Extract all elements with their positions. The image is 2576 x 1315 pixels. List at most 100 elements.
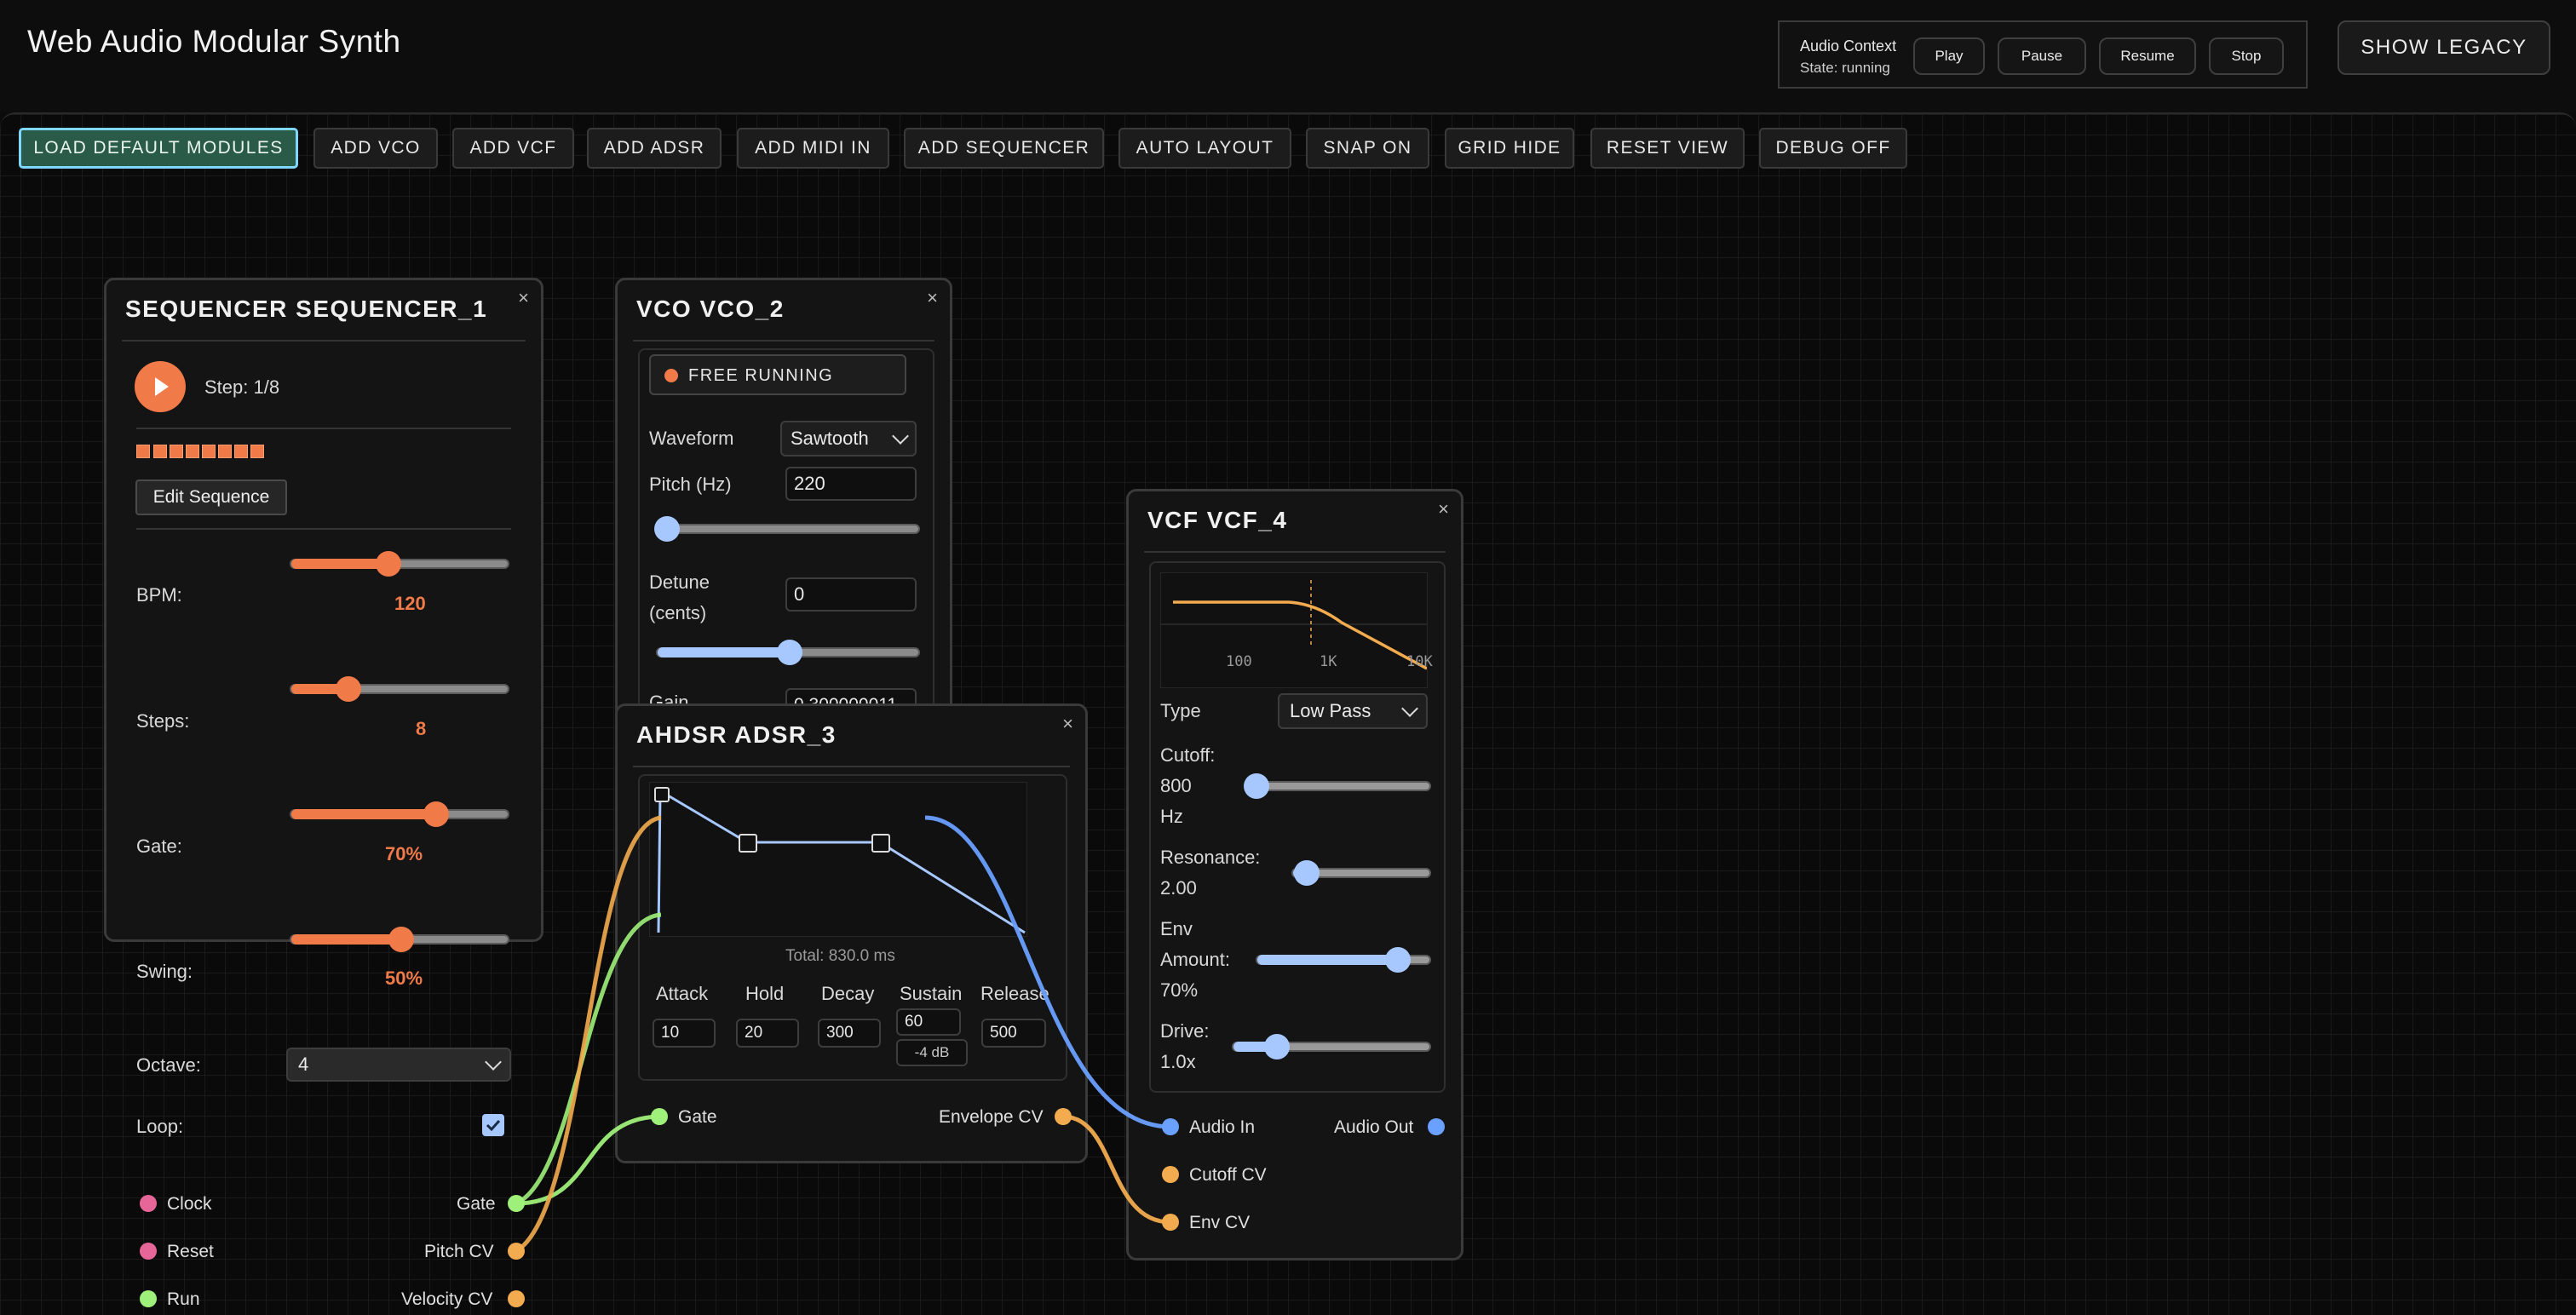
close-icon[interactable]: ×: [1062, 713, 1073, 735]
close-icon[interactable]: ×: [927, 287, 938, 309]
cutoff-label: Cutoff:: [1160, 744, 1216, 766]
add-adsr-button[interactable]: ADD ADSR: [587, 128, 722, 169]
filter-type-select[interactable]: Low Pass: [1278, 693, 1428, 729]
bpm-label: BPM:: [136, 584, 182, 606]
cutoff-slider[interactable]: [1244, 773, 1431, 799]
envelope-cv-out-label: Envelope CV: [939, 1107, 1044, 1127]
gate-out-port[interactable]: [508, 1195, 525, 1212]
waveform-select[interactable]: Sawtooth: [780, 421, 917, 457]
step-indicator[interactable]: [186, 445, 199, 458]
step-indicator[interactable]: [136, 445, 150, 458]
audio-out-port[interactable]: [1428, 1118, 1445, 1135]
gate-slider[interactable]: [290, 801, 509, 827]
filter-response-graph[interactable]: 100 1K 10K: [1160, 572, 1433, 688]
clock-port-label: Clock: [167, 1194, 212, 1214]
run-port-label: Run: [167, 1289, 200, 1309]
hold-input[interactable]: 20: [736, 1019, 799, 1048]
octave-label: Octave:: [136, 1054, 201, 1076]
show-legacy-button[interactable]: SHOW LEGACY: [2337, 20, 2550, 75]
load-default-modules-button[interactable]: LOAD DEFAULT MODULES: [19, 128, 298, 169]
pitch-cv-out-port[interactable]: [508, 1243, 525, 1260]
pitch-label: Pitch (Hz): [649, 474, 732, 495]
decay-handle[interactable]: [739, 834, 757, 853]
steps-slider[interactable]: [290, 676, 509, 702]
add-vco-button[interactable]: ADD VCO: [313, 128, 438, 169]
pitch-input[interactable]: 220: [785, 467, 917, 501]
cutoff-cv-port[interactable]: [1162, 1166, 1179, 1183]
chevron-down-icon: [1401, 700, 1418, 717]
envelope-total: Total: 830.0 ms: [785, 947, 895, 965]
stop-button[interactable]: Stop: [2209, 37, 2284, 75]
free-running-label: FREE RUNNING: [688, 366, 834, 385]
free-running-badge[interactable]: FREE RUNNING: [649, 354, 906, 395]
divider: [122, 340, 526, 342]
step-indicator[interactable]: [234, 445, 248, 458]
octave-select[interactable]: 4: [286, 1048, 511, 1082]
bpm-slider[interactable]: [290, 551, 509, 577]
sustain-handle[interactable]: [871, 834, 890, 853]
divider: [136, 428, 511, 429]
envelope-cv-out-port[interactable]: [1055, 1108, 1072, 1125]
pitch-cv-out-label: Pitch CV: [424, 1242, 494, 1261]
step-indicator[interactable]: [170, 445, 183, 458]
envelope-curve: [657, 791, 1026, 934]
play-button[interactable]: Play: [1913, 37, 1985, 75]
loop-checkbox[interactable]: [482, 1114, 504, 1136]
reset-port[interactable]: [140, 1243, 157, 1260]
decay-input[interactable]: 300: [818, 1019, 881, 1048]
snap-toggle-button[interactable]: SNAP ON: [1306, 128, 1429, 169]
resume-button[interactable]: Resume: [2099, 37, 2196, 75]
edit-sequence-button[interactable]: Edit Sequence: [135, 479, 287, 515]
sequencer-title: SEQUENCER SEQUENCER_1: [125, 296, 488, 322]
bpm-value: 120: [394, 593, 426, 614]
attack-handle[interactable]: [654, 787, 670, 802]
grid-toggle-button[interactable]: GRID HIDE: [1445, 128, 1574, 169]
env-amount-slider[interactable]: [1256, 947, 1431, 973]
envelope-graph[interactable]: [649, 782, 1027, 937]
velocity-cv-out-port[interactable]: [508, 1290, 525, 1307]
reset-view-button[interactable]: RESET VIEW: [1590, 128, 1745, 169]
run-port[interactable]: [140, 1290, 157, 1307]
clock-port[interactable]: [140, 1195, 157, 1212]
divider: [633, 766, 1070, 767]
vco-title: VCO VCO_2: [636, 296, 785, 322]
attack-input[interactable]: 10: [653, 1019, 716, 1048]
sustain-input[interactable]: 60: [896, 1008, 961, 1036]
add-vcf-button[interactable]: ADD VCF: [452, 128, 574, 169]
swing-slider[interactable]: [290, 927, 509, 952]
waveform-value: Sawtooth: [791, 428, 869, 449]
pitch-slider[interactable]: [654, 516, 920, 542]
step-indicator[interactable]: [218, 445, 232, 458]
swing-value: 50%: [385, 968, 423, 989]
pause-button[interactable]: Pause: [1998, 37, 2086, 75]
add-sequencer-button[interactable]: ADD SEQUENCER: [904, 128, 1104, 169]
detune-input[interactable]: 0: [785, 577, 917, 612]
drive-slider[interactable]: [1232, 1034, 1431, 1059]
sequencer-play-button[interactable]: [135, 361, 186, 412]
close-icon[interactable]: ×: [518, 287, 529, 309]
debug-toggle-button[interactable]: DEBUG OFF: [1759, 128, 1907, 169]
env-amount-label-2: Amount:: [1160, 949, 1230, 970]
sustain-label: Sustain: [900, 983, 963, 1004]
adsr-gate-in-port[interactable]: [651, 1108, 668, 1125]
step-indicator[interactable]: [250, 445, 264, 458]
step-indicator[interactable]: [202, 445, 216, 458]
step-indicator[interactable]: [153, 445, 167, 458]
hold-label: Hold: [745, 983, 785, 1004]
release-input[interactable]: 500: [981, 1019, 1046, 1048]
resonance-slider[interactable]: [1291, 860, 1431, 886]
drive-label: Drive:: [1160, 1020, 1210, 1042]
adsr-title: AHDSR ADSR_3: [636, 721, 837, 748]
detune-slider[interactable]: [656, 640, 920, 665]
close-icon[interactable]: ×: [1438, 498, 1449, 520]
status-dot-icon: [664, 369, 678, 382]
auto-layout-button[interactable]: AUTO LAYOUT: [1118, 128, 1291, 169]
audio-context-state: State: running: [1800, 60, 1890, 76]
play-icon: [155, 377, 169, 396]
env-amount-label: Env: [1160, 918, 1193, 939]
app-title: Web Audio Modular Synth: [27, 24, 401, 59]
add-midi-in-button[interactable]: ADD MIDI IN: [737, 128, 889, 169]
env-cv-port[interactable]: [1162, 1214, 1179, 1231]
filter-type-value: Low Pass: [1290, 700, 1371, 721]
audio-in-port[interactable]: [1162, 1118, 1179, 1135]
